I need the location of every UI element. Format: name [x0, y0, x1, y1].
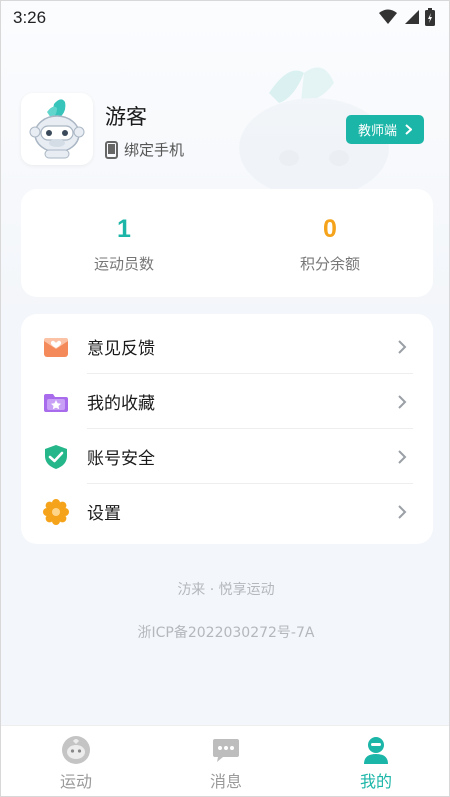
shield-check-icon — [43, 444, 69, 470]
teacher-mode-label: 教师端 — [357, 124, 397, 139]
points-balance-label: 积分余额 — [299, 255, 360, 273]
mascot-avatar-icon — [29, 99, 85, 159]
tab-label-messages: 消息 — [209, 772, 242, 791]
feedback-envelope-icon — [43, 334, 69, 360]
athlete-count-stat[interactable]: 1 运动员数 — [21, 189, 227, 297]
status-bar: 3:26 — [1, 1, 449, 35]
menu-card: 意见反馈 我的收藏 账号安全 设置 — [21, 314, 433, 544]
athlete-count-value: 1 — [117, 215, 131, 243]
bind-phone-label: 绑定手机 — [124, 141, 185, 159]
menu-label-feedback: 意见反馈 — [87, 339, 155, 359]
wifi-icon — [379, 9, 397, 24]
icp-license[interactable]: 浙ICP备2022030272号-7A — [1, 622, 449, 642]
athlete-count-label: 运动员数 — [93, 255, 154, 273]
status-icons — [379, 8, 435, 26]
battery-icon — [425, 8, 435, 26]
sport-mascot-icon — [62, 736, 90, 764]
settings-gear-icon — [43, 498, 69, 525]
tab-label-sport: 运动 — [59, 772, 92, 791]
signal-icon — [405, 10, 419, 24]
menu-item-feedback[interactable]: 意见反馈 — [21, 319, 433, 374]
bottom-tab-bar: 运动 消息 我的 — [1, 725, 449, 796]
menu-item-settings[interactable]: 设置 — [21, 484, 433, 539]
points-balance-value: 0 — [323, 215, 337, 243]
status-time: 3:26 — [13, 8, 47, 27]
tab-label-mine: 我的 — [359, 772, 392, 791]
menu-label-settings: 设置 — [87, 504, 121, 524]
menu-label-favorites: 我的收藏 — [87, 394, 155, 414]
chevron-right-icon — [398, 394, 407, 409]
profile-person-icon — [364, 737, 388, 764]
favorites-folder-icon — [43, 389, 69, 415]
username: 游客 — [105, 105, 147, 129]
points-balance-stat[interactable]: 0 积分余额 — [227, 189, 433, 297]
chevron-right-icon — [405, 124, 412, 135]
teacher-mode-button[interactable]: 教师端 — [346, 115, 424, 144]
tab-sport[interactable]: 运动 — [1, 726, 151, 796]
menu-label-account-security: 账号安全 — [87, 449, 155, 469]
chevron-right-icon — [398, 504, 407, 519]
app-screen: 3:26 游客 绑定手机 教师端 1 运动员数 0 积分余额 意见反馈 我的收藏… — [0, 0, 450, 797]
menu-item-account-security[interactable]: 账号安全 — [21, 429, 433, 484]
footer-brand: 汸来 · 悦享运动 — [177, 582, 275, 598]
stats-card: 1 运动员数 0 积分余额 — [21, 189, 433, 297]
message-bubble-icon — [213, 739, 239, 762]
menu-item-favorites[interactable]: 我的收藏 — [21, 374, 433, 429]
chevron-right-icon — [398, 339, 407, 354]
phone-icon — [105, 140, 118, 159]
tab-messages[interactable]: 消息 — [151, 726, 301, 796]
chevron-right-icon — [398, 449, 407, 464]
tab-mine[interactable]: 我的 — [301, 726, 449, 796]
avatar[interactable] — [21, 93, 93, 165]
bind-phone-link[interactable]: 绑定手机 — [105, 139, 184, 160]
